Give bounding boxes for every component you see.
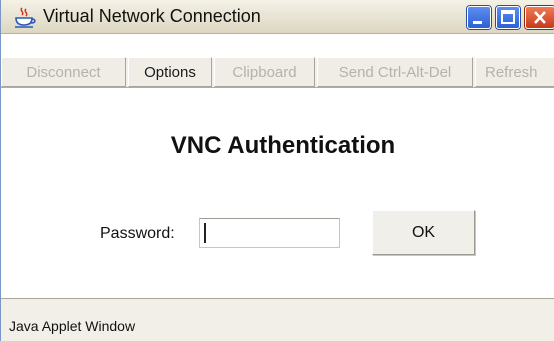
ok-button[interactable]: OK (372, 210, 475, 255)
disconnect-label: Disconnect (26, 63, 101, 81)
text-caret (204, 223, 206, 243)
send-ctrl-alt-del-button[interactable]: Send Ctrl-Alt-Del (317, 57, 473, 87)
disconnect-button[interactable]: Disconnect (1, 57, 126, 87)
window-title: Virtual Network Connection (43, 6, 261, 26)
auth-heading: VNC Authentication (170, 132, 396, 159)
clipboard-button[interactable]: Clipboard (214, 57, 315, 87)
title-bar[interactable]: Virtual Network Connection (1, 0, 554, 34)
status-text: Java Applet Window (9, 318, 136, 334)
options-button[interactable]: Options (128, 57, 212, 87)
toolbar-gap (1, 34, 554, 58)
clipboard-label: Clipboard (232, 63, 297, 81)
refresh-button[interactable]: Refresh (475, 57, 554, 87)
close-button[interactable] (525, 6, 554, 29)
send-ctrl-alt-del-label: Send Ctrl-Alt-Del (338, 63, 452, 81)
java-cup-icon (13, 7, 37, 29)
ok-label: OK (411, 223, 436, 241)
password-input[interactable] (199, 218, 340, 248)
options-label: Options (144, 63, 196, 81)
maximize-button[interactable] (496, 6, 520, 29)
refresh-label: Refresh (485, 63, 538, 81)
minimize-button[interactable] (467, 6, 491, 29)
password-label: Password: (100, 225, 175, 242)
applet-window: Virtual Network Connection Disconnect Op… (0, 0, 554, 341)
